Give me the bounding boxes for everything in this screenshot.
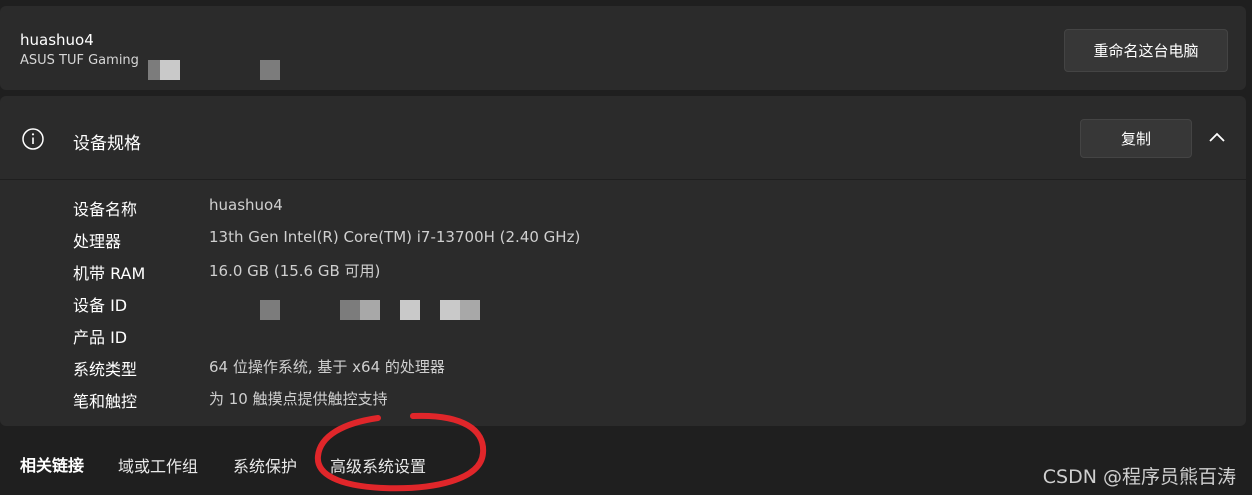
spec-label: 设备 ID [73, 296, 128, 315]
device-specs-header[interactable]: 设备规格 复制 [0, 96, 1246, 180]
spec-value: 为 10 触摸点提供触控支持 [209, 390, 388, 408]
system-protection-link[interactable]: 系统保护 [233, 453, 297, 477]
rename-pc-button[interactable]: 重命名这台电脑 [1064, 29, 1228, 72]
related-links-label: 相关链接 [20, 456, 85, 475]
spec-row-device-id: 设备 ID [73, 292, 209, 315]
redaction-mosaic [148, 60, 160, 80]
spec-row-system-type: 系统类型 64 位操作系统, 基于 x64 的处理器 [73, 356, 445, 379]
spec-row-ram: 机带 RAM 16.0 GB (15.6 GB 可用) [73, 260, 381, 283]
device-card: huashuo4 ASUS TUF Gaming 重命名这台电脑 [0, 6, 1246, 90]
copy-button[interactable]: 复制 [1080, 119, 1192, 158]
device-specs-card: 设备规格 复制 设备名称 huashuo4 处理器 13th Gen Intel… [0, 96, 1246, 426]
spec-row-processor: 处理器 13th Gen Intel(R) Core(TM) i7-13700H… [73, 228, 581, 251]
spec-label: 处理器 [73, 232, 122, 251]
redaction-mosaic [440, 300, 460, 320]
spec-label: 系统类型 [73, 360, 138, 379]
redaction-mosaic [260, 300, 280, 320]
redaction-mosaic [160, 60, 180, 80]
redaction-mosaic [260, 60, 280, 80]
spec-value: huashuo4 [209, 196, 283, 214]
spec-row-product-id: 产品 ID [73, 324, 209, 347]
spec-label: 笔和触控 [73, 392, 138, 411]
redaction-mosaic [360, 300, 380, 320]
advanced-system-settings-link[interactable]: 高级系统设置 [330, 453, 426, 477]
spec-row-device-name: 设备名称 huashuo4 [73, 196, 283, 219]
device-specs-title: 设备规格 [73, 134, 141, 154]
redaction-mosaic [460, 300, 480, 320]
spec-label: 机带 RAM [73, 264, 146, 283]
redaction-mosaic [340, 300, 360, 320]
spec-row-pen-touch: 笔和触控 为 10 触摸点提供触控支持 [73, 388, 388, 411]
spec-label: 产品 ID [73, 328, 128, 347]
chevron-up-icon[interactable] [1208, 130, 1226, 144]
redaction-mosaic [400, 300, 420, 320]
spec-label: 设备名称 [73, 200, 138, 219]
spec-value: 13th Gen Intel(R) Core(TM) i7-13700H (2.… [209, 228, 581, 246]
spec-value: 64 位操作系统, 基于 x64 的处理器 [209, 358, 445, 376]
device-name: huashuo4 [20, 31, 94, 49]
device-model: ASUS TUF Gaming [20, 53, 139, 68]
info-icon [22, 128, 44, 150]
domain-workgroup-link[interactable]: 域或工作组 [118, 453, 198, 477]
spec-value: 16.0 GB (15.6 GB 可用) [209, 262, 381, 280]
watermark: CSDN @程序员熊百涛 [1042, 466, 1236, 488]
